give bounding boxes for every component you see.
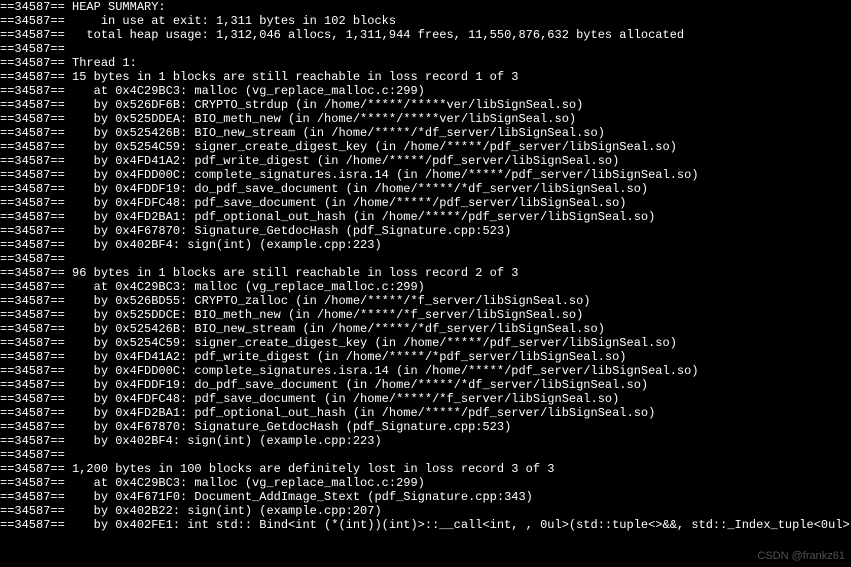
terminal-line: ==34587== by 0x4F67870: Signature_Getdoc… bbox=[0, 420, 851, 434]
terminal-line: ==34587== by 0x4FD2BA1: pdf_optional_out… bbox=[0, 210, 851, 224]
terminal-line: ==34587== at 0x4C29BC3: malloc (vg_repla… bbox=[0, 476, 851, 490]
terminal-line: ==34587== by 0x525DDEA: BIO_meth_new (in… bbox=[0, 112, 851, 126]
terminal-line: ==34587== 1,200 bytes in 100 blocks are … bbox=[0, 462, 851, 476]
terminal-line: ==34587== Thread 1: bbox=[0, 56, 851, 70]
terminal-line: ==34587== by 0x402BF4: sign(int) (exampl… bbox=[0, 238, 851, 252]
terminal-line: ==34587== by 0x4F67870: Signature_Getdoc… bbox=[0, 224, 851, 238]
terminal-line: ==34587== at 0x4C29BC3: malloc (vg_repla… bbox=[0, 280, 851, 294]
terminal-line: ==34587== by 0x5254C59: signer_create_di… bbox=[0, 140, 851, 154]
terminal-line: ==34587== by 0x4FDFC48: pdf_save_documen… bbox=[0, 392, 851, 406]
terminal-line: ==34587== by 0x526BD55: CRYPTO_zalloc (i… bbox=[0, 294, 851, 308]
terminal-line: ==34587== by 0x402FE1: int std:: Bind<in… bbox=[0, 518, 851, 532]
terminal-line: ==34587== 15 bytes in 1 blocks are still… bbox=[0, 70, 851, 84]
terminal-line: ==34587== by 0x4F671F0: Document_AddImag… bbox=[0, 490, 851, 504]
terminal-line: ==34587== by 0x4FD41A2: pdf_write_digest… bbox=[0, 154, 851, 168]
terminal-line: ==34587== by 0x402BF4: sign(int) (exampl… bbox=[0, 434, 851, 448]
terminal-line: ==34587== by 0x525426B: BIO_new_stream (… bbox=[0, 322, 851, 336]
terminal-line: ==34587== HEAP SUMMARY: bbox=[0, 0, 851, 14]
terminal-line: ==34587== in use at exit: 1,311 bytes in… bbox=[0, 14, 851, 28]
terminal-line: ==34587== by 0x525426B: BIO_new_stream (… bbox=[0, 126, 851, 140]
terminal-line: ==34587== bbox=[0, 42, 851, 56]
watermark: CSDN @frankz61 bbox=[757, 549, 845, 563]
terminal-line: ==34587== by 0x4FD41A2: pdf_write_digest… bbox=[0, 350, 851, 364]
terminal-output: ==34587== HEAP SUMMARY:==34587== in use … bbox=[0, 0, 851, 532]
terminal-line: ==34587== by 0x5254C59: signer_create_di… bbox=[0, 336, 851, 350]
terminal-line: ==34587== at 0x4C29BC3: malloc (vg_repla… bbox=[0, 84, 851, 98]
terminal-line: ==34587== by 0x402B22: sign(int) (exampl… bbox=[0, 504, 851, 518]
terminal-line: ==34587== bbox=[0, 252, 851, 266]
terminal-line: ==34587== by 0x4FDDF19: do_pdf_save_docu… bbox=[0, 378, 851, 392]
terminal-line: ==34587== by 0x4FDDF19: do_pdf_save_docu… bbox=[0, 182, 851, 196]
terminal-line: ==34587== bbox=[0, 448, 851, 462]
terminal-line: ==34587== by 0x4FD2BA1: pdf_optional_out… bbox=[0, 406, 851, 420]
terminal-line: ==34587== by 0x4FDD00C: complete_signatu… bbox=[0, 364, 851, 378]
terminal-line: ==34587== by 0x4FDD00C: complete_signatu… bbox=[0, 168, 851, 182]
terminal-line: ==34587== by 0x4FDFC48: pdf_save_documen… bbox=[0, 196, 851, 210]
terminal-line: ==34587== total heap usage: 1,312,046 al… bbox=[0, 28, 851, 42]
terminal-line: ==34587== 96 bytes in 1 blocks are still… bbox=[0, 266, 851, 280]
terminal-line: ==34587== by 0x525DDCE: BIO_meth_new (in… bbox=[0, 308, 851, 322]
terminal-line: ==34587== by 0x526DF6B: CRYPTO_strdup (i… bbox=[0, 98, 851, 112]
